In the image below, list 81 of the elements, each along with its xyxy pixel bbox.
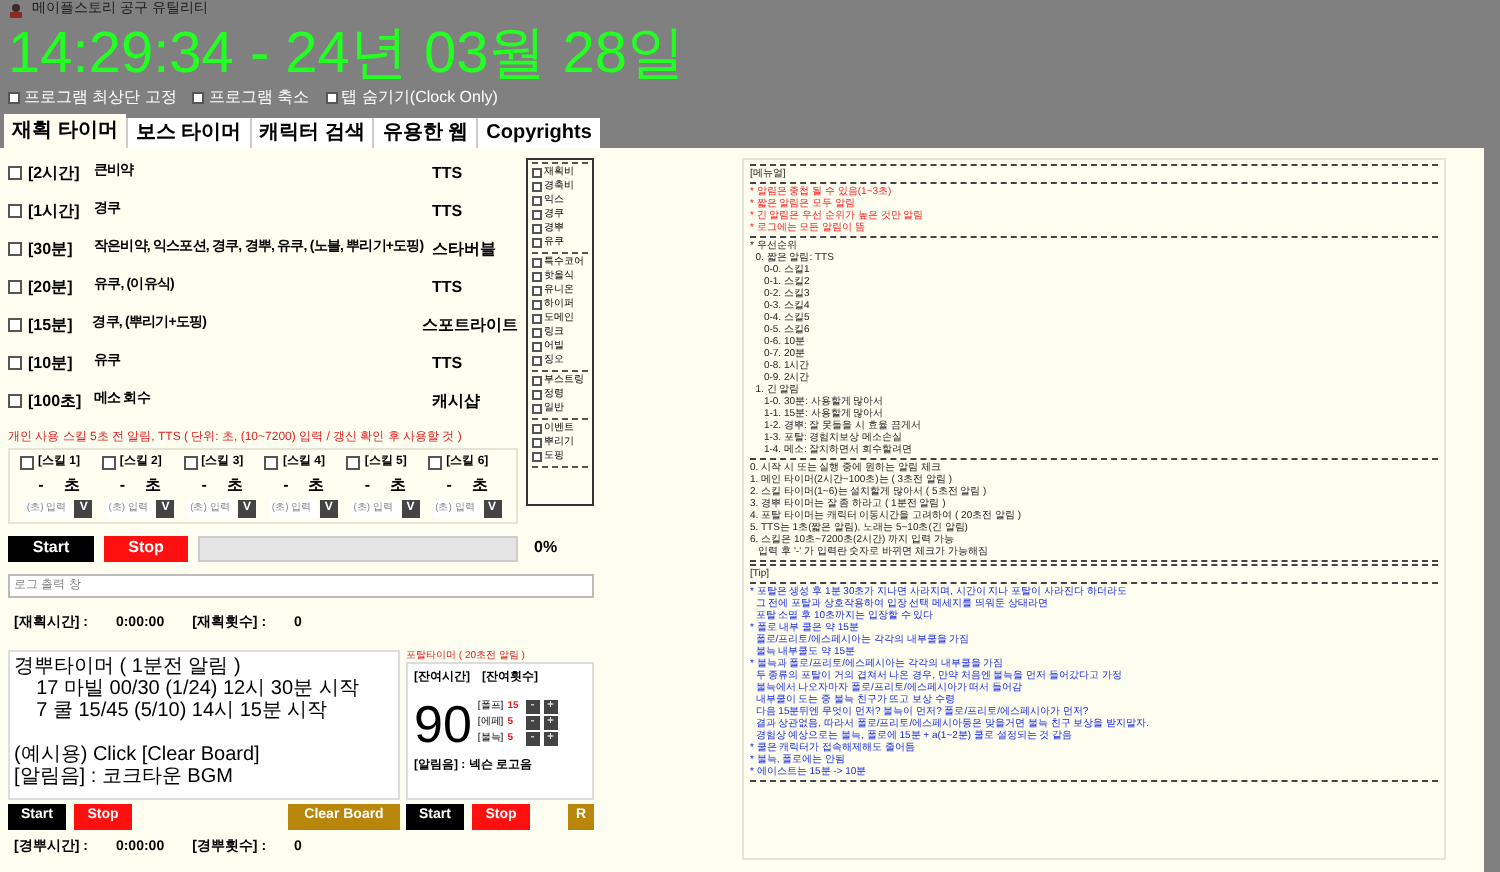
timer-duration: [10분]	[28, 351, 75, 375]
skill-remaining: -	[446, 473, 452, 497]
checkbox[interactable]	[8, 280, 22, 294]
board-line: (예시용) Click [Clear Board]	[14, 743, 260, 765]
checkbox[interactable]	[532, 389, 542, 399]
checkbox[interactable]	[532, 423, 542, 433]
timer-duration: [20분]	[28, 275, 75, 299]
checkbox[interactable]	[8, 204, 22, 218]
timer-duration: [2시간]	[28, 161, 82, 185]
alert-sound: TTS	[432, 275, 463, 299]
checkbox[interactable]	[532, 313, 542, 323]
checkbox[interactable]	[8, 318, 22, 332]
progress-percent: 0%	[534, 536, 558, 560]
start-button[interactable]: Start	[8, 535, 94, 561]
skill-remaining: -	[201, 473, 207, 497]
checkbox[interactable]	[532, 237, 542, 247]
alert-sound: TTS	[432, 351, 463, 375]
timer-duration: [100초]	[28, 389, 84, 413]
tab[interactable]: 유용한 웹	[372, 117, 477, 147]
tab[interactable]: 보스 타이머	[125, 117, 250, 147]
alert-sound: TTS	[432, 199, 463, 223]
skill-remaining: -	[38, 473, 44, 497]
tab[interactable]: 재획 타이머	[4, 113, 126, 147]
board-line: [알림음] : 코크타운 BGM	[14, 765, 233, 787]
checkbox[interactable]	[8, 242, 22, 256]
checkbox[interactable]	[532, 341, 542, 351]
seconds-unit: 초	[390, 473, 407, 497]
seconds-unit: 초	[145, 473, 162, 497]
timer-duration: [15분]	[28, 313, 75, 337]
checkbox[interactable]	[346, 455, 361, 469]
checkbox[interactable]	[183, 455, 198, 469]
checkbox[interactable]	[532, 375, 542, 385]
app-icon	[8, 2, 24, 19]
alert-sound: 캐시샵	[432, 389, 480, 413]
checkbox[interactable]	[532, 195, 542, 205]
checkbox[interactable]	[428, 455, 443, 469]
checkbox[interactable]	[532, 327, 542, 337]
timer-duration: [1시간]	[28, 199, 82, 223]
checkbox[interactable]	[532, 223, 542, 233]
remaining-time: 90	[414, 695, 472, 751]
checkbox[interactable]	[532, 355, 542, 365]
checkbox[interactable]	[532, 451, 542, 461]
checkbox[interactable]	[8, 91, 20, 103]
checkbox[interactable]	[532, 299, 542, 309]
checkbox[interactable]	[264, 455, 279, 469]
option-label: 프로그램 최상단 고정	[24, 85, 177, 109]
checkbox[interactable]	[532, 403, 542, 413]
checkbox[interactable]	[192, 91, 205, 103]
skill-remaining: -	[283, 473, 289, 497]
stop-button[interactable]: Stop	[104, 535, 188, 561]
checkbox[interactable]	[532, 437, 542, 447]
checkbox[interactable]	[8, 166, 22, 180]
tab[interactable]: Copyrights	[476, 117, 600, 147]
alert-sound: 스타버블	[432, 237, 496, 261]
alert-sound: 스포트라이트	[422, 313, 518, 337]
seconds-unit: 초	[63, 473, 80, 497]
checkbox[interactable]	[8, 394, 22, 408]
board-line: 경뿌타이머 ( 1분전 알림 )	[14, 655, 241, 677]
board-line: 17 마빌 00/30 (1/24) 12시 30분 시작	[34, 677, 359, 699]
timer-duration: [30분]	[28, 237, 75, 261]
clock-display: 14:29:34 - 24년 03월 28일	[6, 21, 688, 85]
checkbox[interactable]	[532, 285, 542, 295]
seconds-unit: 초	[471, 473, 488, 497]
checkbox[interactable]	[20, 455, 34, 469]
checkbox[interactable]	[532, 271, 542, 281]
seconds-unit: 초	[308, 473, 325, 497]
checkbox[interactable]	[532, 257, 542, 267]
checkbox[interactable]	[101, 455, 116, 469]
checkbox[interactable]	[325, 91, 338, 103]
checkbox[interactable]	[532, 167, 542, 177]
skill-remaining: -	[364, 473, 371, 497]
checkbox[interactable]	[8, 356, 22, 370]
option-label: 프로그램 축소	[208, 85, 310, 109]
checkbox[interactable]	[532, 181, 542, 191]
board-line: 7 쿨 15/45 (5/10) 14시 15분 시작	[34, 699, 328, 721]
checkbox[interactable]	[532, 209, 542, 219]
skill-remaining: -	[119, 473, 126, 497]
option-label: 탭 숨기기(Clock Only)	[341, 85, 498, 109]
alert-sound: TTS	[432, 161, 463, 185]
seconds-unit: 초	[226, 473, 243, 497]
tab[interactable]: 캐릭터 검색	[249, 117, 373, 147]
